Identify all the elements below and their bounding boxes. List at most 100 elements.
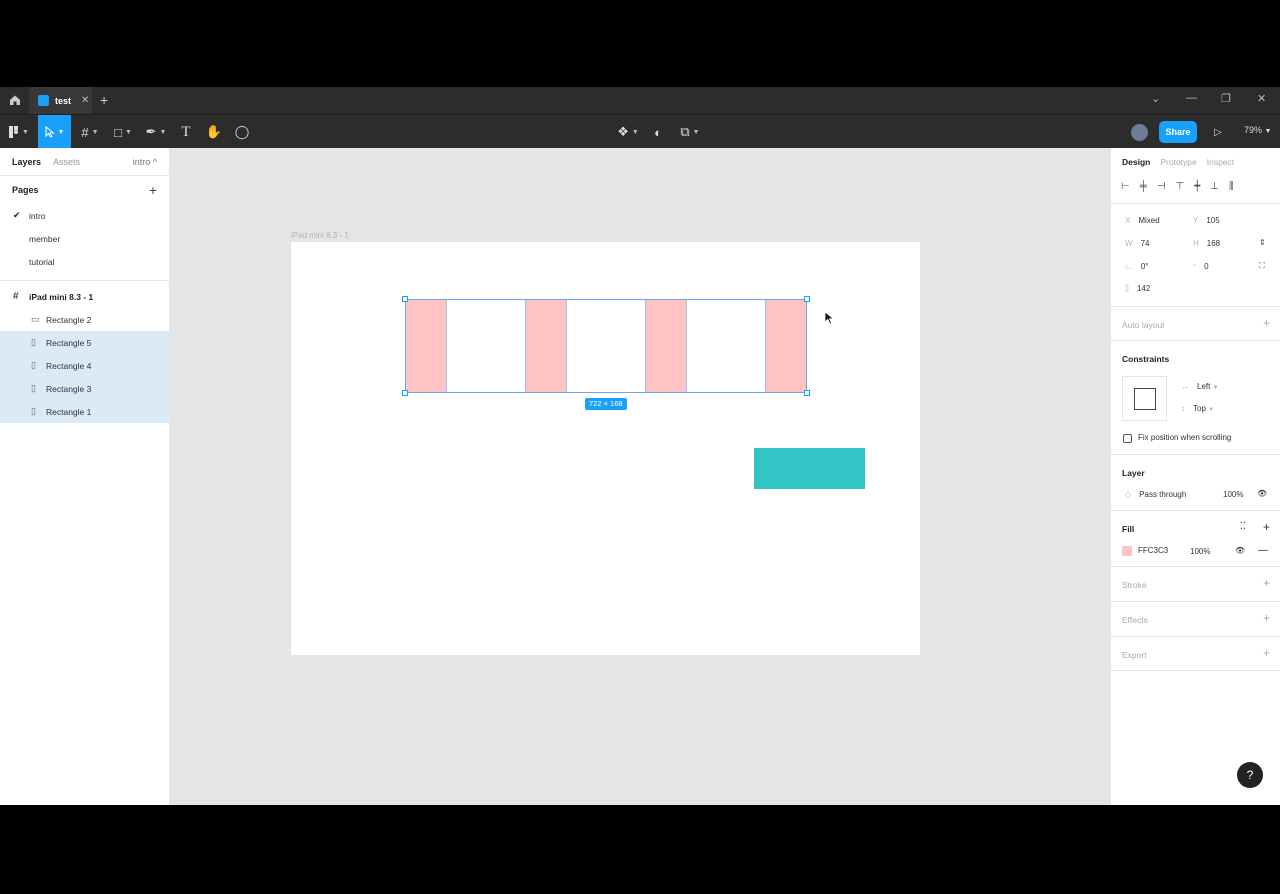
frame-tool-button[interactable]: # ▼ xyxy=(76,115,104,149)
radius-field[interactable]: ◜ 0 xyxy=(1193,262,1209,271)
share-button[interactable]: Share xyxy=(1159,121,1197,143)
independent-corners-icon[interactable]: ⛶ xyxy=(1259,261,1265,271)
align-center-h-icon[interactable]: ╪ xyxy=(1140,181,1147,192)
align-right-icon[interactable]: ⊣ xyxy=(1157,181,1166,192)
constrain-proportions-icon[interactable]: ⇕ xyxy=(1259,238,1266,247)
comment-tool-button[interactable]: ◯ xyxy=(232,115,252,149)
layer-rectangle-5[interactable]: ▯ Rectangle 5 xyxy=(0,331,169,354)
distribute-icon[interactable]: ⫼ xyxy=(1229,181,1234,192)
hand-tool-button[interactable]: ✋ xyxy=(204,115,224,149)
add-stroke-button[interactable]: + xyxy=(1263,576,1270,590)
page-label: intro xyxy=(29,210,46,221)
boolean-button[interactable]: ⧉ ▼ xyxy=(676,115,704,149)
restore-button[interactable]: ❐ xyxy=(1221,92,1231,105)
close-window-button[interactable]: ✕ xyxy=(1257,92,1266,105)
pages-header: Pages + xyxy=(0,176,169,204)
present-button[interactable]: ▷ xyxy=(1210,115,1226,149)
frame-label[interactable]: iPad mini 8.3 - 1 xyxy=(291,231,349,240)
title-bar: test ✕ + ⌄ — ❐ ✕ xyxy=(0,87,1280,114)
main-menu-button[interactable]: ▼ xyxy=(4,115,34,149)
tab-layers[interactable]: Layers xyxy=(12,157,41,167)
page-selector[interactable]: intro ^ xyxy=(133,157,157,167)
add-page-button[interactable]: + xyxy=(149,182,157,198)
layer-label: Rectangle 5 xyxy=(46,337,92,348)
fill-visibility-eye-icon[interactable]: 👁 xyxy=(1235,546,1245,555)
align-bottom-icon[interactable]: ⊥ xyxy=(1210,181,1219,192)
blend-icon: ◇ xyxy=(1125,490,1132,499)
add-effect-button[interactable]: + xyxy=(1263,611,1270,625)
page-item-tutorial[interactable]: tutorial xyxy=(0,250,169,273)
vertical-constraint-icon: ↕ xyxy=(1181,404,1185,413)
layer-rectangle-2[interactable]: ▭ Rectangle 2 xyxy=(0,308,169,331)
blend-mode-dropdown[interactable]: ◇ Pass through xyxy=(1125,490,1186,499)
remove-fill-icon[interactable]: — xyxy=(1258,545,1268,556)
styles-grid-icon[interactable]: ⁚⁚ xyxy=(1240,521,1246,532)
pen-tool-button[interactable]: ✒ ▼ xyxy=(142,115,170,149)
constraints-widget[interactable] xyxy=(1122,376,1167,421)
chevron-down-icon[interactable]: ⌄ xyxy=(1151,92,1160,105)
fill-color-field[interactable]: FFC3C3 xyxy=(1122,546,1168,556)
vertical-constraint-dropdown[interactable]: ↕ Top ▼ xyxy=(1181,404,1214,413)
align-center-v-icon[interactable]: ┿ xyxy=(1194,181,1200,192)
width-field[interactable]: W 74 xyxy=(1125,239,1149,248)
x-field[interactable]: X Mixed xyxy=(1125,216,1160,225)
fill-swatch[interactable] xyxy=(1122,546,1132,556)
mask-button[interactable]: ◐ xyxy=(648,115,668,149)
layer-label: Rectangle 4 xyxy=(46,360,92,371)
mouse-cursor-icon xyxy=(824,311,835,325)
shape-tool-button[interactable]: □ ▼ xyxy=(109,115,137,149)
stroke-section: Stroke + xyxy=(1111,566,1280,601)
tab-design[interactable]: Design xyxy=(1122,157,1150,167)
zoom-dropdown[interactable]: 79% ▼ xyxy=(1244,125,1271,135)
rectangle-icon: ▭ xyxy=(31,314,40,324)
spacing-field[interactable]: ⟧ 142 xyxy=(1125,284,1150,293)
y-field[interactable]: Y 105 xyxy=(1193,216,1220,225)
toolbar: ▼ ▼ # ▼ □ ▼ ✒ ▼ T ✋ ◯ ❖ ▼ ◐ ⧉ ▼ Share ▷ 79% ▼ xyxy=(0,114,1280,149)
left-sidebar: Layers Assets intro ^ Pages + ✔ intro me… xyxy=(0,148,170,805)
layer-opacity[interactable]: 100% xyxy=(1223,490,1243,499)
checkmark-icon: ✔ xyxy=(13,210,21,220)
resize-handle[interactable] xyxy=(402,390,408,396)
fix-position-checkbox[interactable] xyxy=(1123,434,1132,443)
minimize-button[interactable]: — xyxy=(1186,92,1197,104)
layer-rectangle-3[interactable]: ▯ Rectangle 3 xyxy=(0,377,169,400)
add-auto-layout-button[interactable]: + xyxy=(1263,316,1270,330)
fill-opacity[interactable]: 100% xyxy=(1190,547,1210,556)
rectangle-icon: ▯ xyxy=(31,360,36,370)
canvas[interactable]: iPad mini 8.3 - 1 722 × 168 xyxy=(170,148,1110,805)
rotation-field[interactable]: ∟ 0° xyxy=(1125,262,1149,271)
layer-rectangle-1[interactable]: ▯ Rectangle 1 xyxy=(0,400,169,423)
add-fill-button[interactable]: + xyxy=(1263,520,1270,534)
avatar[interactable] xyxy=(1131,124,1148,141)
move-tool-button[interactable]: ▼ xyxy=(38,115,71,149)
blend-value: Pass through xyxy=(1139,490,1187,499)
components-button[interactable]: ❖ ▼ xyxy=(614,115,642,149)
resize-handle[interactable] xyxy=(804,390,810,396)
help-button[interactable]: ? xyxy=(1237,762,1263,788)
align-top-icon[interactable]: ⊤ xyxy=(1176,181,1185,192)
close-tab-icon[interactable]: ✕ xyxy=(81,95,89,106)
home-icon[interactable] xyxy=(9,94,21,106)
layer-frame[interactable]: # iPad mini 8.3 - 1 xyxy=(0,285,169,308)
align-left-icon[interactable]: ⊢ xyxy=(1121,181,1130,192)
resize-handle[interactable] xyxy=(804,296,810,302)
resize-handle[interactable] xyxy=(402,296,408,302)
file-tab[interactable]: test ✕ xyxy=(29,87,92,114)
page-item-member[interactable]: member xyxy=(0,227,169,250)
add-export-button[interactable]: + xyxy=(1263,646,1270,660)
visibility-eye-icon[interactable]: 👁 xyxy=(1257,489,1267,498)
effects-section: Effects + xyxy=(1111,601,1280,636)
horizontal-constraint-dropdown[interactable]: ↔ Left ▼ xyxy=(1181,382,1219,391)
rectangle-2[interactable] xyxy=(754,448,865,489)
w-label: W xyxy=(1125,239,1133,248)
tab-prototype[interactable]: Prototype xyxy=(1160,157,1196,167)
layer-rectangle-4[interactable]: ▯ Rectangle 4 xyxy=(0,354,169,377)
right-panel-tabs: Design Prototype Inspect xyxy=(1111,148,1280,176)
new-tab-button[interactable]: + xyxy=(100,92,108,108)
tab-assets[interactable]: Assets xyxy=(53,157,80,167)
height-field[interactable]: H 168 xyxy=(1193,239,1220,248)
text-tool-button[interactable]: T xyxy=(176,115,196,149)
radius-value: 0 xyxy=(1204,262,1209,271)
tab-inspect[interactable]: Inspect xyxy=(1207,157,1234,167)
page-item-intro[interactable]: ✔ intro xyxy=(0,204,169,227)
